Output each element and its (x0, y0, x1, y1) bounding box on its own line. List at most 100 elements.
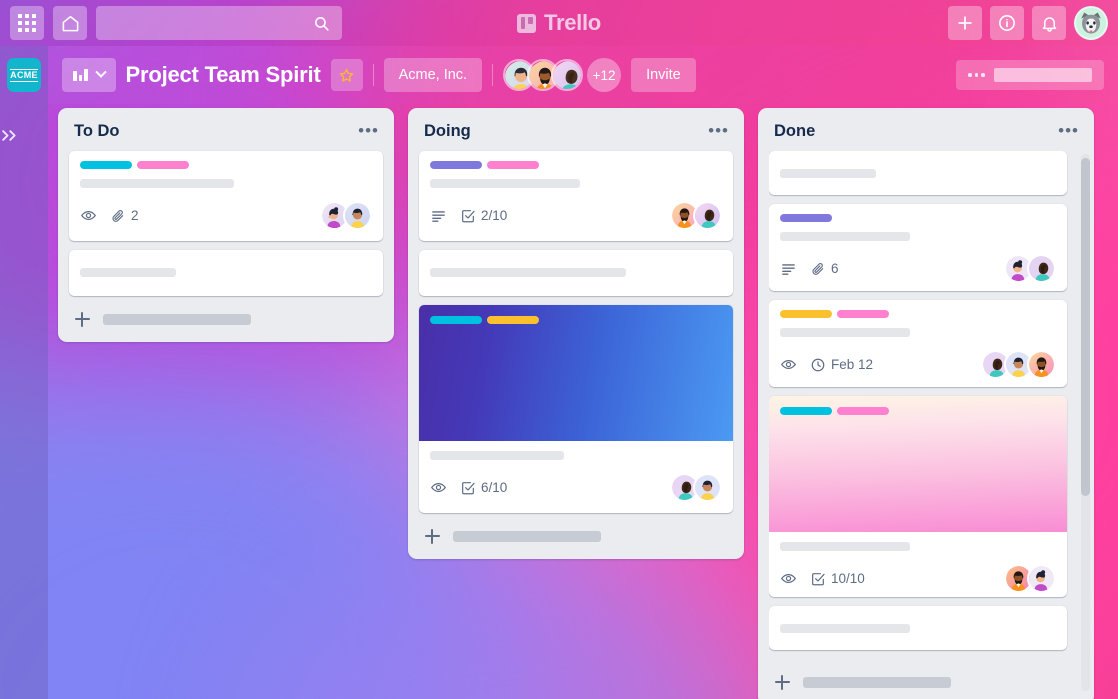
card-members (320, 201, 372, 230)
card-title-placeholder (430, 268, 626, 277)
board-menu-button[interactable] (956, 60, 1104, 90)
workspace-button[interactable]: Acme, Inc. (383, 58, 483, 92)
card-members (1004, 254, 1056, 284)
user-avatar-dog (1076, 8, 1106, 38)
avatar[interactable] (693, 473, 722, 502)
card[interactable] (419, 250, 733, 296)
label-pink[interactable] (137, 161, 189, 169)
label-pink[interactable] (837, 310, 889, 319)
list-to-do: To Do ••• 2 (58, 108, 394, 342)
add-card-doing[interactable] (419, 513, 733, 548)
info-button[interactable] (990, 6, 1024, 40)
due-date-badge: Feb 12 (810, 357, 873, 373)
eye-icon (431, 483, 446, 492)
header-divider-2 (492, 64, 494, 86)
card[interactable] (69, 250, 383, 296)
apps-grid-button[interactable] (10, 6, 44, 40)
card[interactable]: Feb 12 (769, 300, 1067, 387)
sidebar-expand-button[interactable] (0, 128, 48, 143)
invite-button[interactable]: Invite (631, 58, 696, 92)
label-cyan[interactable] (780, 407, 832, 415)
card-members (1004, 564, 1056, 593)
card[interactable]: 6 (769, 204, 1067, 292)
add-card-done[interactable] (769, 659, 1067, 694)
label-purple[interactable] (430, 161, 482, 169)
card-avatar-teal (1029, 256, 1054, 282)
avatar[interactable] (1027, 350, 1056, 380)
top-nav-actions (948, 6, 1108, 40)
list-header: Doing ••• (419, 118, 733, 151)
star-icon (339, 68, 354, 82)
list-title: To Do (74, 122, 120, 140)
card-title-placeholder (430, 451, 564, 460)
label-yellow[interactable] (780, 310, 832, 319)
card-avatar-yellow (345, 203, 370, 228)
card[interactable] (769, 151, 1067, 196)
workspace-logo[interactable]: ACME (7, 58, 41, 92)
eye-icon (781, 360, 796, 370)
card[interactable]: 2 (69, 151, 383, 241)
page-title: Project Team Spirit (125, 62, 321, 87)
board-members (503, 59, 584, 91)
member-avatar-3 (553, 61, 582, 89)
card-title-placeholder (780, 623, 910, 633)
notifications-button[interactable] (1032, 6, 1066, 40)
avatar[interactable] (551, 59, 584, 91)
info-circle-icon (999, 15, 1015, 31)
card-labels (780, 214, 1056, 223)
card[interactable] (769, 605, 1067, 651)
watch-badge (780, 356, 797, 373)
add-card-to-do[interactable] (69, 296, 383, 331)
add-card-placeholder (453, 531, 601, 542)
checklist-badge: 2/10 (460, 208, 507, 224)
clock-icon (811, 358, 825, 372)
card-title-placeholder (780, 328, 910, 338)
list-scrollbar-thumb[interactable] (1081, 158, 1090, 496)
card-members (981, 350, 1056, 380)
list-menu-button[interactable]: ••• (358, 122, 379, 139)
list-menu-button[interactable]: ••• (708, 122, 729, 139)
avatar[interactable] (1027, 254, 1056, 284)
label-yellow[interactable] (487, 316, 539, 324)
card-container: 2 (69, 151, 383, 296)
checklist-badge: 10/10 (810, 571, 865, 587)
list-scrollbar-track[interactable] (1081, 154, 1090, 691)
label-cyan[interactable] (430, 316, 482, 324)
search-icon (315, 16, 329, 31)
label-cyan[interactable] (80, 161, 132, 169)
card[interactable]: 10/10 (769, 396, 1067, 597)
board-view-switcher[interactable] (62, 58, 116, 92)
card[interactable]: 6/10 (419, 305, 733, 513)
list-menu-button[interactable]: ••• (1058, 122, 1079, 139)
card-badges: 2/10 (430, 207, 507, 224)
label-purple[interactable] (780, 214, 832, 223)
label-pink[interactable] (837, 407, 889, 415)
search-input[interactable] (96, 6, 342, 40)
double-chevron-right-icon (2, 130, 16, 141)
profile-avatar[interactable] (1074, 6, 1108, 40)
checklist-icon (462, 481, 475, 494)
star-board-button[interactable] (330, 59, 363, 91)
eye-icon (781, 574, 796, 583)
card-labels (430, 316, 539, 324)
list-header: To Do ••• (69, 118, 383, 151)
create-button[interactable] (948, 6, 982, 40)
home-button[interactable] (53, 6, 87, 40)
description-badge (430, 207, 447, 224)
avatar[interactable] (343, 201, 372, 230)
members-overflow-badge[interactable]: +12 (587, 58, 622, 92)
grid-apps-icon (18, 14, 36, 32)
plus-icon (958, 16, 972, 30)
checklist-count: 6/10 (481, 480, 508, 495)
paperclip-icon (112, 209, 124, 222)
workspace-logo-label: ACME (10, 68, 38, 82)
board-view-icon (73, 69, 88, 81)
card-avatar-beard (1029, 352, 1054, 378)
eye-icon (81, 211, 96, 220)
label-pink[interactable] (487, 161, 539, 169)
list-doing: Doing ••• 2/10 6/10 (408, 108, 744, 559)
watch-badge (80, 207, 97, 224)
avatar[interactable] (693, 201, 722, 230)
card[interactable]: 2/10 (419, 151, 733, 241)
avatar[interactable] (1027, 564, 1056, 593)
